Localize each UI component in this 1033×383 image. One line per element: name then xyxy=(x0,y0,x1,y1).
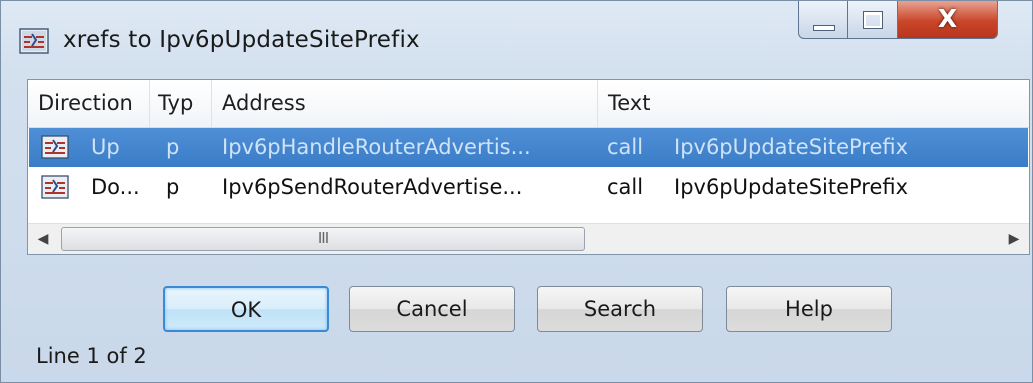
ok-button[interactable]: OK xyxy=(163,286,329,332)
xref-icon xyxy=(41,175,69,199)
maximize-button[interactable] xyxy=(848,1,898,39)
title-bar[interactable]: xrefs to Ipv6pUpdateSitePrefix X xyxy=(1,1,1032,76)
table-row[interactable]: Up p Ipv6pHandleRouterAdvertis... call I… xyxy=(29,128,1028,167)
grip-icon: III xyxy=(317,229,329,247)
xref-icon xyxy=(41,135,69,159)
xref-window-icon xyxy=(19,28,49,54)
xrefs-list[interactable]: Direction Typ Address Text Up p Ipv6pHan… xyxy=(27,79,1030,255)
text-op-cell: call xyxy=(607,175,644,199)
minimize-button[interactable] xyxy=(798,1,848,39)
close-icon: X xyxy=(937,4,958,33)
address-cell: Ipv6pSendRouterAdvertise... xyxy=(222,175,523,199)
column-header-text[interactable]: Text xyxy=(598,80,1029,127)
table-row[interactable]: Do... p Ipv6pSendRouterAdvertise... call… xyxy=(29,168,1028,207)
address-cell: Ipv6pHandleRouterAdvertis... xyxy=(222,135,531,159)
scrollbar-thumb[interactable]: III xyxy=(61,227,585,251)
maximize-icon xyxy=(863,11,883,29)
list-header: Direction Typ Address Text xyxy=(28,80,1029,128)
scroll-right-icon[interactable]: ▶ xyxy=(999,224,1029,254)
search-button[interactable]: Search xyxy=(537,286,703,332)
minimize-icon xyxy=(813,25,835,31)
column-header-type[interactable]: Typ xyxy=(150,80,212,127)
type-cell: p xyxy=(166,135,180,159)
window-title: xrefs to Ipv6pUpdateSitePrefix xyxy=(63,27,420,53)
cancel-button[interactable]: Cancel xyxy=(349,286,515,332)
column-header-direction[interactable]: Direction xyxy=(28,80,150,127)
help-button[interactable]: Help xyxy=(726,286,892,332)
horizontal-scrollbar[interactable]: ◀ III ▶ xyxy=(28,223,1029,254)
direction-cell: Do... xyxy=(91,175,140,199)
type-cell: p xyxy=(166,175,180,199)
xrefs-dialog: xrefs to Ipv6pUpdateSitePrefix X Directi… xyxy=(0,0,1033,383)
text-target-cell: Ipv6pUpdateSitePrefix xyxy=(674,175,909,199)
scroll-left-icon[interactable]: ◀ xyxy=(28,224,58,254)
column-header-address[interactable]: Address xyxy=(212,80,598,127)
status-line: Line 1 of 2 xyxy=(36,344,147,368)
direction-cell: Up xyxy=(91,135,120,159)
text-target-cell: Ipv6pUpdateSitePrefix xyxy=(674,135,909,159)
close-button[interactable]: X xyxy=(898,1,998,39)
text-op-cell: call xyxy=(607,135,644,159)
